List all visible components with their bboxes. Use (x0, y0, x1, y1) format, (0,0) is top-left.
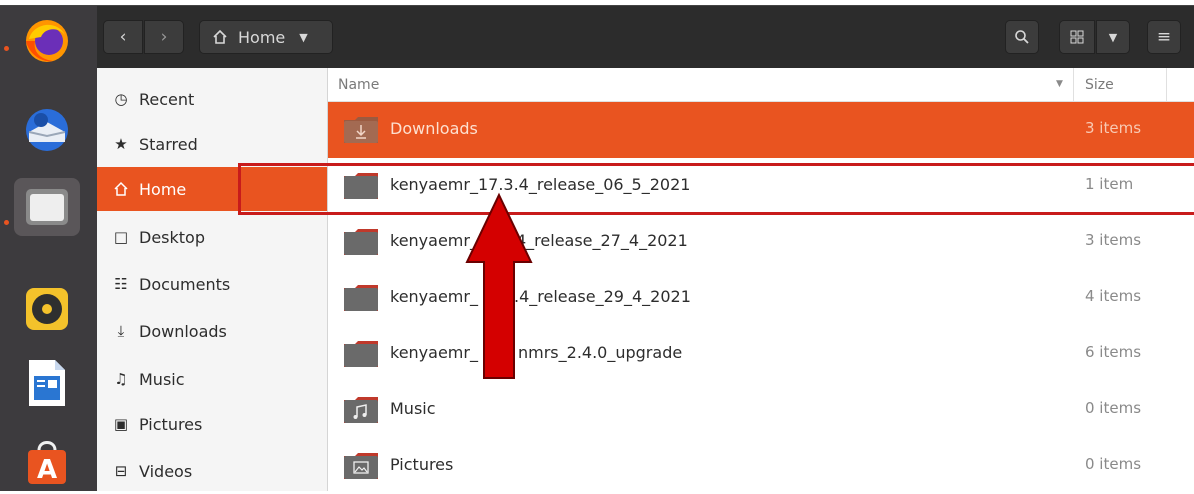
places-sidebar: ◷ Recent ★ Starred Home □ Desktop ☷ Docu… (97, 68, 328, 491)
header-bar: ‹ › Home ▼ ▼ ≡ (97, 6, 1194, 68)
thunderbird-icon (26, 109, 68, 151)
music-folder-icon (344, 397, 378, 423)
document-icon: ☷ (114, 275, 128, 293)
file-size: 3 items (1085, 231, 1142, 249)
running-indicator (4, 46, 9, 51)
sidebar-item-videos[interactable]: ⊟ Videos (97, 449, 327, 493)
sidebar-item-label: Documents (139, 274, 231, 294)
back-button[interactable]: ‹ (103, 20, 143, 54)
hamburger-menu-icon: ≡ (1156, 27, 1172, 47)
writer-launcher[interactable] (14, 354, 80, 412)
file-name-tail: 4_release_27_4_2021 (516, 231, 688, 250)
ubuntu-software-icon: A (28, 441, 66, 485)
files-launcher[interactable] (14, 178, 80, 236)
desktop-icon: □ (113, 228, 129, 246)
file-row-music[interactable]: Music 0 items (328, 382, 1194, 438)
folder-icon (344, 285, 378, 311)
sidebar-item-label: Starred (139, 134, 198, 154)
forward-button[interactable]: › (144, 20, 184, 54)
sidebar-item-starred[interactable]: ★ Starred (97, 122, 327, 166)
name-column-header[interactable]: Name (338, 77, 379, 93)
downloads-folder-icon (344, 117, 378, 143)
column-separator (1166, 68, 1167, 102)
pictures-folder-icon (344, 453, 378, 479)
file-name: Pictures (390, 455, 454, 474)
picture-icon: ▣ (113, 415, 129, 433)
rhythmbox-icon (26, 288, 68, 330)
sidebar-item-label: Pictures (139, 414, 203, 434)
firefox-launcher[interactable] (14, 12, 80, 70)
file-name-tail: .4_release_29_4_2021 (514, 287, 691, 306)
chevron-left-icon: ‹ (119, 27, 127, 47)
sidebar-item-label: Desktop (139, 227, 205, 247)
sidebar-item-recent[interactable]: ◷ Recent (97, 77, 327, 121)
clock-icon: ◷ (114, 90, 128, 108)
dropdown-arrow-icon: ▼ (299, 30, 308, 44)
sidebar-item-label: Videos (139, 461, 193, 481)
sidebar-item-label: Home (139, 179, 187, 199)
files-window: ‹ › Home ▼ ▼ ≡ ◷ Recent ★ Starred Home □… (97, 6, 1194, 491)
file-row-release-29-4-2021[interactable]: kenyaemr_ .4_release_29_4_2021 4 items (328, 270, 1194, 326)
column-header: Name ▼ Size (328, 68, 1194, 102)
home-icon (213, 29, 227, 44)
search-icon (1015, 30, 1029, 44)
grid-view-icon (1070, 30, 1084, 44)
thunderbird-launcher[interactable] (14, 101, 80, 159)
chevron-right-icon: › (160, 27, 168, 47)
file-row-openmrs-upgrade[interactable]: kenyaemr_ nmrs_2.4.0_upgrade 6 items (328, 326, 1194, 382)
view-toggle-button[interactable] (1059, 20, 1095, 54)
sidebar-item-downloads[interactable]: ⤓ Downloads (97, 309, 327, 353)
file-row-release-27-4-2021[interactable]: kenyaemr_ 4_release_27_4_2021 3 items (328, 214, 1194, 270)
file-row-downloads[interactable]: Downloads 3 items (328, 102, 1194, 158)
star-icon: ★ (114, 135, 128, 153)
file-list-view: Name ▼ Size Downloads 3 items kenyaemr_1… (328, 68, 1194, 491)
folder-icon (344, 229, 378, 255)
location-button[interactable]: Home ▼ (199, 20, 333, 54)
red-arrow-annotation (465, 192, 533, 379)
sidebar-item-desktop[interactable]: □ Desktop (97, 215, 327, 259)
search-button[interactable] (1005, 20, 1039, 54)
sidebar-item-pictures[interactable]: ▣ Pictures (97, 402, 327, 446)
file-name: Downloads (390, 119, 478, 138)
sidebar-item-documents[interactable]: ☷ Documents (97, 262, 327, 306)
firefox-icon (26, 20, 68, 62)
files-icon (26, 189, 68, 225)
file-row-pictures[interactable]: Pictures 0 items (328, 438, 1194, 494)
location-label: Home (238, 27, 286, 47)
svg-text:A: A (37, 455, 57, 485)
ubuntu-dock: A (0, 6, 97, 491)
file-name-tail: nmrs_2.4.0_upgrade (518, 343, 683, 362)
home-icon (114, 181, 128, 196)
sidebar-item-label: Downloads (139, 321, 227, 341)
file-size: 0 items (1085, 455, 1142, 473)
sidebar-item-label: Music (139, 369, 185, 389)
column-separator (1073, 68, 1074, 102)
writer-icon (29, 360, 65, 406)
download-icon: ⤓ (117, 322, 125, 340)
file-size: 4 items (1085, 287, 1142, 305)
file-size: 3 items (1085, 119, 1142, 137)
size-column-header[interactable]: Size (1085, 77, 1114, 93)
highlight-box (238, 163, 1194, 215)
file-size: 0 items (1085, 399, 1142, 417)
rhythmbox-launcher[interactable] (14, 280, 80, 338)
dropdown-arrow-icon: ▼ (1108, 30, 1118, 44)
main-menu-button[interactable]: ≡ (1147, 20, 1181, 54)
sidebar-item-music[interactable]: ♫ Music (97, 357, 327, 401)
sidebar-item-label: Recent (139, 89, 195, 109)
running-indicator (4, 220, 9, 225)
file-size: 6 items (1085, 343, 1142, 361)
sort-arrow-icon: ▼ (1056, 79, 1063, 89)
view-options-button[interactable]: ▼ (1096, 20, 1130, 54)
video-icon: ⊟ (114, 462, 128, 480)
software-launcher[interactable]: A (14, 432, 80, 490)
file-name: Music (390, 399, 436, 418)
folder-icon (344, 341, 378, 367)
music-icon: ♫ (114, 370, 128, 388)
